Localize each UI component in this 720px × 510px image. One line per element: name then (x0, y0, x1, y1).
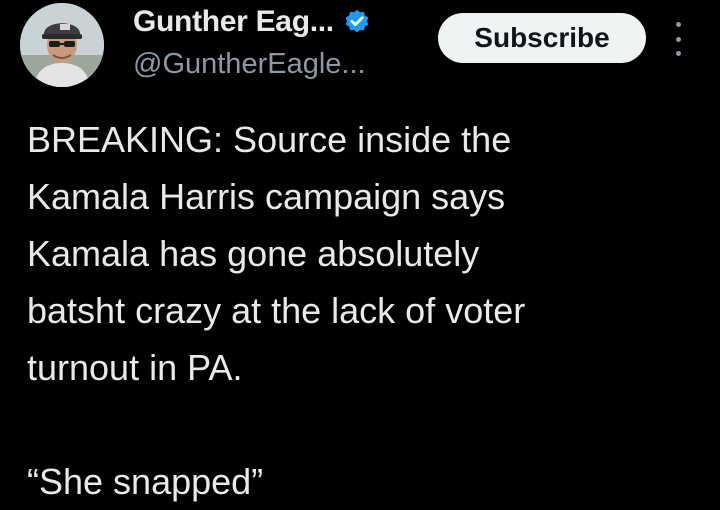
tweet-quote-line: “She snapped” (27, 461, 264, 502)
tweet-text-line: BREAKING: Source inside the (27, 119, 512, 160)
tweet-text-line: turnout in PA. (27, 347, 243, 388)
verified-badge-icon (345, 9, 369, 33)
tweet-text: BREAKING: Source inside the Kamala Harri… (27, 111, 707, 510)
tweet-text-line: batsht crazy at the lack of voter (27, 290, 526, 331)
tweet-header: Gunther Eag... @GuntherEagle... Subscrib… (0, 0, 720, 100)
display-name[interactable]: Gunther Eag... (133, 5, 334, 39)
user-handle[interactable]: @GuntherEagle... (133, 48, 366, 81)
more-dot (675, 36, 681, 42)
profile-photo-icon (20, 3, 104, 87)
more-dot (675, 22, 681, 27)
more-vertical-icon[interactable] (670, 22, 686, 56)
avatar[interactable] (20, 3, 104, 87)
name-row: Gunther Eag... (133, 4, 371, 40)
more-dot (675, 51, 681, 56)
subscribe-button[interactable]: Subscribe (438, 13, 646, 63)
tweet-text-line: Kamala has gone absolutely (27, 233, 480, 274)
tweet-text-line: Kamala Harris campaign says (27, 176, 506, 217)
